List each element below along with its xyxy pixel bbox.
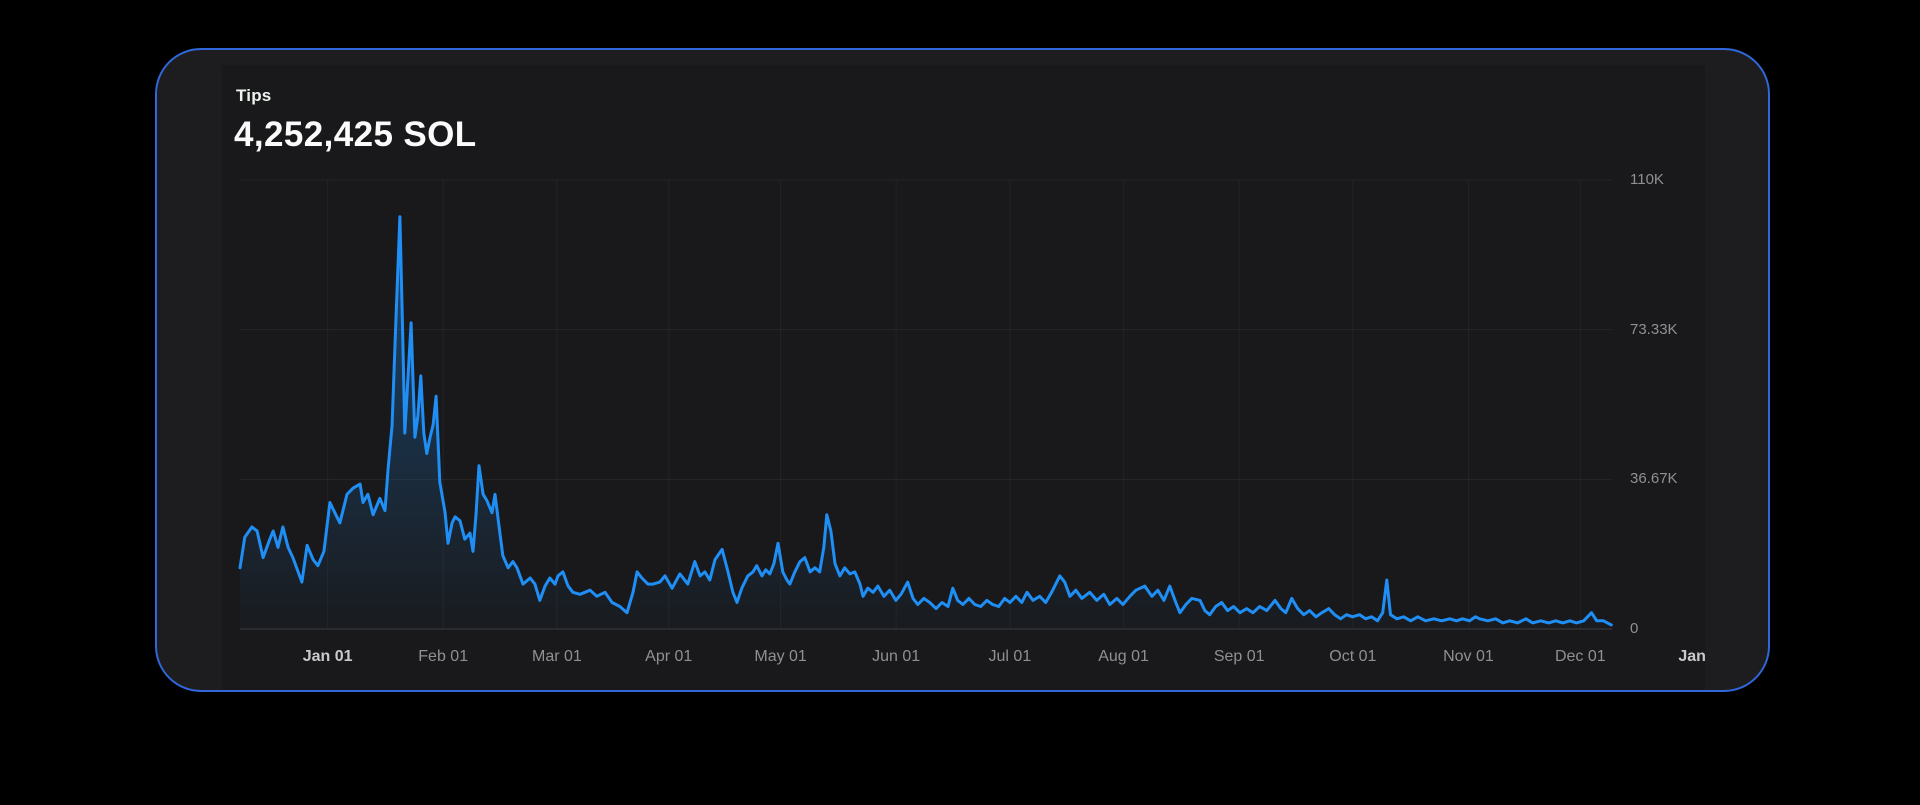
- x-axis-tick-label: Apr 01: [645, 648, 693, 665]
- y-axis-tick-label: 36.67K: [1630, 470, 1678, 488]
- y-axis-tick-label: 0: [1630, 620, 1639, 637]
- tips-card: Tips 4,252,425 SOL 0 36.67K 73.33K 110K Jan …: [155, 48, 1770, 692]
- x-axis-tick-label: May 01: [754, 648, 807, 665]
- x-axis-tick-label: Dec 01: [1554, 648, 1606, 665]
- chart-panel: Tips 4,252,425 SOL 0 36.67K 73.33K 110K Jan …: [222, 65, 1705, 690]
- page-root: Tips 4,252,425 SOL 0 36.67K 73.33K 110K Jan …: [0, 0, 1920, 805]
- y-axis-tick-label: 73.33K: [1630, 320, 1678, 338]
- x-axis-tick-label: Jul 01: [988, 648, 1032, 665]
- x-axis-tick-label: Mar 01: [531, 648, 582, 665]
- x-axis-tick-label: Aug 01: [1098, 648, 1149, 665]
- y-axis-tick-label: 110K: [1630, 171, 1664, 188]
- x-axis-tick-label: Oct 01: [1329, 648, 1377, 665]
- tips-chart[interactable]: [222, 65, 1705, 690]
- tips-area-fill: [240, 216, 1612, 629]
- x-axis-tick-label: Nov 01: [1443, 648, 1494, 665]
- x-axis-tick-label: Sep 01: [1213, 648, 1265, 665]
- x-axis-tick-label: Jan: [1678, 648, 1705, 665]
- x-axis-tick-label: Feb 01: [418, 648, 469, 665]
- x-axis-tick-label: Jan 01: [302, 648, 353, 665]
- x-axis-tick-label: Jun 01: [872, 648, 921, 665]
